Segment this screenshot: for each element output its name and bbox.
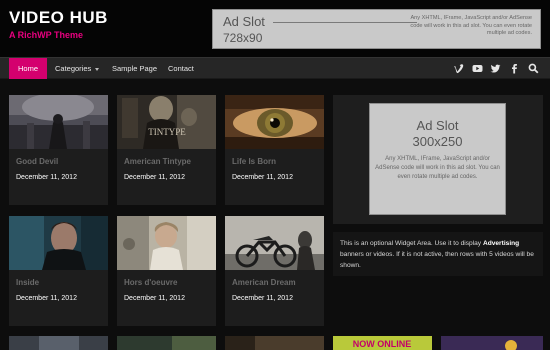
site-header: VIDEO HUB A RichWP Theme Ad Slot 728x90 … [0,0,550,57]
video-thumbnail[interactable] [117,216,216,270]
video-title[interactable]: Inside [16,278,39,287]
video-date: December 11, 2012 [16,295,77,302]
nav-item-home[interactable]: Home [9,58,47,79]
nav-item-contact[interactable]: Contact [168,58,194,79]
video-card-hors-doeuvre[interactable]: Hors d'oeuvre December 11, 2012 [117,216,216,326]
video-card-american-tintype[interactable]: TINTYPE American Tintype December 11, 20… [117,95,216,205]
sidebar-widget-area: This is an optional Widget Area. Use it … [333,232,543,276]
ad-banner-size: 728x90 [223,31,263,45]
widget-text-bold: Advertising [482,240,520,247]
page: VIDEO HUB A RichWP Theme Ad Slot 728x90 … [0,0,550,350]
video-thumbnail[interactable] [9,216,108,270]
youtube-icon[interactable] [472,63,483,74]
ad-box-300x250[interactable]: Ad Slot 300x250 Any XHTML, IFrame, JavaS… [369,103,506,215]
site-tagline: A RichWP Theme [9,30,84,40]
video-card-good-devil[interactable]: Good Devil December 11, 2012 [9,95,108,205]
video-thumbnail[interactable] [225,95,324,149]
ad-banner-divider [273,22,417,23]
ad-banner-728x90[interactable]: Ad Slot 728x90 Any XHTML, IFrame, JavaSc… [212,9,541,49]
video-date: December 11, 2012 [232,295,293,302]
widget-text-after: banners or videos. If it is not active, … [340,251,534,269]
video-title[interactable]: American Dream [232,278,296,287]
video-date: December 11, 2012 [16,174,77,181]
nav-sample-page-label: Sample Page [112,64,158,73]
video-thumbnail-partial[interactable] [225,336,324,350]
thumbnail-overlay-text: TINTYPE [148,127,186,137]
site-title[interactable]: VIDEO HUB [9,8,108,28]
video-thumbnail-partial[interactable] [9,336,108,350]
video-thumbnail-partial[interactable] [117,336,216,350]
video-card-inside[interactable]: Inside December 11, 2012 [9,216,108,326]
video-card-life-is-born[interactable]: Life Is Born December 11, 2012 [225,95,324,205]
nav-categories-label: Categories [55,64,92,73]
chevron-down-icon [95,67,100,71]
video-title[interactable]: American Tintype [124,157,191,166]
video-title[interactable]: Good Devil [16,157,58,166]
facebook-icon[interactable] [509,63,520,74]
ad-box-description: Any XHTML, IFrame, JavaScript and/or AdS… [375,156,500,180]
video-thumbnail[interactable] [225,216,324,270]
vimeo-icon[interactable] [453,63,464,74]
nav-item-categories[interactable]: Categories [55,58,100,79]
video-title[interactable]: Hors d'oeuvre [124,278,177,287]
search-icon[interactable] [528,63,539,74]
ad-banner-title: Ad Slot [223,14,265,29]
widget-text-before: This is an optional Widget Area. Use it … [340,240,483,247]
nav-home-label: Home [17,64,38,73]
thumbnail-overlay-text: NOW ONLINE [353,339,412,349]
video-thumbnail[interactable]: TINTYPE [117,95,216,149]
video-thumbnail-partial[interactable]: NOW ONLINE [333,336,432,350]
video-date: December 11, 2012 [232,174,293,181]
main-nav: Home Categories Sample Page Contact [0,57,550,79]
video-title[interactable]: Life Is Born [232,157,276,166]
ad-box-size: 300x250 [412,134,463,149]
video-date: December 11, 2012 [124,174,185,181]
video-date: December 11, 2012 [124,295,185,302]
ad-box-title: Ad Slot [416,118,459,133]
twitter-icon[interactable] [490,63,501,74]
video-card-american-dream[interactable]: American Dream December 11, 2012 [225,216,324,326]
nav-item-sample-page[interactable]: Sample Page [112,58,157,79]
nav-contact-label: Contact [168,64,194,73]
video-thumbnail-partial[interactable] [441,336,543,350]
video-thumbnail[interactable] [9,95,108,149]
sidebar-ad-container: Ad Slot 300x250 Any XHTML, IFrame, JavaS… [333,95,543,224]
ad-banner-description: Any XHTML, IFrame, JavaScript and/or AdS… [410,15,532,37]
